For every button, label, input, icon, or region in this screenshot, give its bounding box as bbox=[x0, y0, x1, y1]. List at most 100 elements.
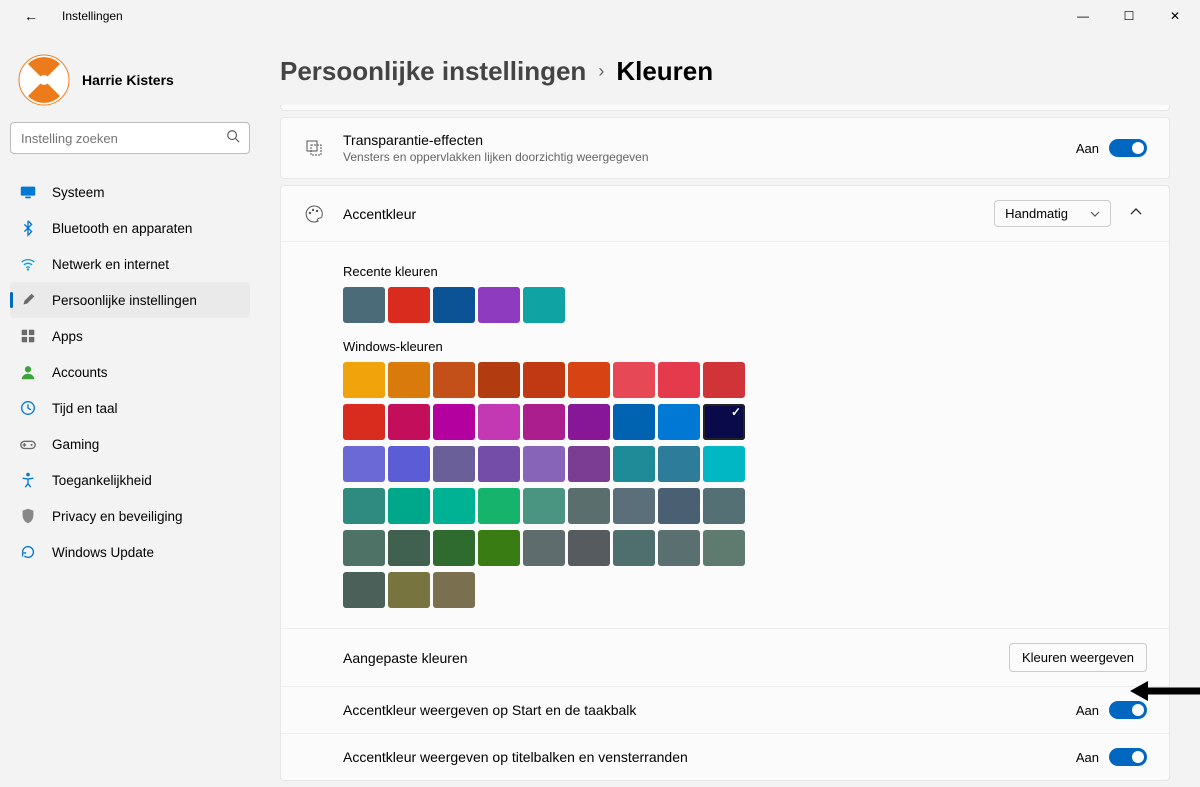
recent-color-swatch[interactable] bbox=[388, 287, 430, 323]
sidebar-item-display[interactable]: Systeem bbox=[10, 174, 250, 210]
sidebar-item-shield[interactable]: Privacy en beveiliging bbox=[10, 498, 250, 534]
accessibility-icon bbox=[18, 470, 38, 490]
windows-color-swatch[interactable] bbox=[613, 446, 655, 482]
transparency-subtitle: Vensters en oppervlakken lijken doorzich… bbox=[343, 150, 1076, 164]
windows-color-swatch[interactable] bbox=[388, 572, 430, 608]
recent-colors-label: Recente kleuren bbox=[343, 264, 1147, 279]
windows-color-swatch[interactable] bbox=[478, 446, 520, 482]
sidebar-item-wifi[interactable]: Netwerk en internet bbox=[10, 246, 250, 282]
windows-color-swatch[interactable] bbox=[568, 446, 610, 482]
windows-color-swatch[interactable] bbox=[613, 530, 655, 566]
sidebar-item-update[interactable]: Windows Update bbox=[10, 534, 250, 570]
transparency-row[interactable]: Transparantie-effecten Vensters en opper… bbox=[281, 118, 1169, 178]
accent-titlebars-toggle[interactable] bbox=[1109, 748, 1147, 766]
windows-color-swatch[interactable] bbox=[388, 488, 430, 524]
accent-mode-dropdown[interactable]: Handmatig bbox=[994, 200, 1111, 227]
windows-color-swatch[interactable] bbox=[523, 404, 565, 440]
windows-color-swatch[interactable] bbox=[568, 530, 610, 566]
windows-color-swatch[interactable] bbox=[568, 404, 610, 440]
windows-color-swatch[interactable] bbox=[388, 404, 430, 440]
windows-color-swatch[interactable] bbox=[568, 488, 610, 524]
search-input[interactable] bbox=[10, 122, 250, 154]
windows-color-swatch[interactable] bbox=[568, 362, 610, 398]
windows-color-swatch[interactable] bbox=[478, 362, 520, 398]
sidebar-item-account[interactable]: Accounts bbox=[10, 354, 250, 390]
windows-color-swatch[interactable] bbox=[703, 530, 745, 566]
windows-color-swatch[interactable] bbox=[433, 572, 475, 608]
windows-color-swatch[interactable] bbox=[388, 530, 430, 566]
accent-start-taskbar-row[interactable]: Accentkleur weergeven op Start en de taa… bbox=[281, 686, 1169, 733]
windows-color-swatch[interactable] bbox=[343, 446, 385, 482]
windows-color-swatch[interactable] bbox=[343, 572, 385, 608]
windows-color-swatch[interactable] bbox=[658, 488, 700, 524]
accent-title: Accentkleur bbox=[343, 206, 994, 222]
recent-color-swatch[interactable] bbox=[343, 287, 385, 323]
sidebar-item-label: Netwerk en internet bbox=[52, 257, 169, 272]
minimize-button[interactable]: — bbox=[1060, 0, 1106, 32]
windows-color-swatch[interactable] bbox=[343, 362, 385, 398]
windows-color-swatch[interactable] bbox=[433, 488, 475, 524]
sidebar-item-clock[interactable]: Tijd en taal bbox=[10, 390, 250, 426]
windows-color-swatch[interactable] bbox=[388, 362, 430, 398]
windows-color-swatch[interactable] bbox=[703, 488, 745, 524]
windows-color-swatch[interactable] bbox=[478, 488, 520, 524]
window-title: Instellingen bbox=[62, 9, 123, 23]
windows-color-swatch[interactable] bbox=[433, 362, 475, 398]
windows-color-swatch[interactable] bbox=[343, 404, 385, 440]
windows-color-swatch[interactable] bbox=[703, 404, 745, 440]
transparency-state: Aan bbox=[1076, 141, 1099, 156]
windows-color-swatch[interactable] bbox=[703, 446, 745, 482]
sidebar-item-brush[interactable]: Persoonlijke instellingen bbox=[10, 282, 250, 318]
windows-color-swatch[interactable] bbox=[433, 530, 475, 566]
bluetooth-icon bbox=[18, 218, 38, 238]
windows-color-swatch[interactable] bbox=[523, 362, 565, 398]
windows-color-swatch[interactable] bbox=[343, 530, 385, 566]
close-button[interactable]: ✕ bbox=[1152, 0, 1198, 32]
windows-color-swatch[interactable] bbox=[658, 446, 700, 482]
avatar-icon bbox=[18, 54, 70, 106]
maximize-button[interactable]: ☐ bbox=[1106, 0, 1152, 32]
breadcrumb-parent[interactable]: Persoonlijke instellingen bbox=[280, 56, 586, 87]
accent-titlebars-row[interactable]: Accentkleur weergeven op titelbalken en … bbox=[281, 733, 1169, 780]
windows-color-swatch[interactable] bbox=[388, 446, 430, 482]
windows-color-swatch[interactable] bbox=[658, 404, 700, 440]
windows-color-swatch[interactable] bbox=[613, 362, 655, 398]
windows-color-swatch[interactable] bbox=[343, 488, 385, 524]
sidebar-item-accessibility[interactable]: Toegankelijkheid bbox=[10, 462, 250, 498]
show-colors-button[interactable]: Kleuren weergeven bbox=[1009, 643, 1147, 672]
user-profile[interactable]: Harrie Kisters bbox=[10, 42, 250, 122]
shield-icon bbox=[18, 506, 38, 526]
windows-color-swatch[interactable] bbox=[433, 446, 475, 482]
recent-color-swatch[interactable] bbox=[523, 287, 565, 323]
windows-color-swatch[interactable] bbox=[613, 404, 655, 440]
windows-color-swatch[interactable] bbox=[658, 362, 700, 398]
windows-color-swatch[interactable] bbox=[523, 488, 565, 524]
clock-icon bbox=[18, 398, 38, 418]
windows-color-swatch[interactable] bbox=[703, 362, 745, 398]
recent-color-swatch[interactable] bbox=[478, 287, 520, 323]
collapse-chevron[interactable] bbox=[1125, 201, 1147, 226]
transparency-toggle[interactable] bbox=[1109, 139, 1147, 157]
palette-icon bbox=[303, 203, 325, 225]
windows-color-swatch[interactable] bbox=[523, 446, 565, 482]
sidebar-item-label: Gaming bbox=[52, 437, 99, 452]
accent-start-taskbar-state: Aan bbox=[1076, 703, 1099, 718]
accent-row[interactable]: Accentkleur Handmatig bbox=[281, 186, 1169, 241]
back-button[interactable]: ← bbox=[18, 6, 44, 26]
recent-color-swatch[interactable] bbox=[433, 287, 475, 323]
accent-mode-value: Handmatig bbox=[1005, 206, 1068, 221]
windows-color-swatch[interactable] bbox=[613, 488, 655, 524]
annotation-arrow bbox=[1130, 678, 1200, 704]
sidebar-item-label: Systeem bbox=[52, 185, 105, 200]
windows-color-swatch[interactable] bbox=[478, 404, 520, 440]
accent-titlebars-state: Aan bbox=[1076, 750, 1099, 765]
sidebar-item-apps[interactable]: Apps bbox=[10, 318, 250, 354]
windows-color-swatch[interactable] bbox=[478, 530, 520, 566]
windows-color-swatch[interactable] bbox=[433, 404, 475, 440]
sidebar-item-bluetooth[interactable]: Bluetooth en apparaten bbox=[10, 210, 250, 246]
windows-color-swatch[interactable] bbox=[523, 530, 565, 566]
breadcrumb: Persoonlijke instellingen › Kleuren bbox=[280, 56, 1170, 87]
windows-color-swatch[interactable] bbox=[658, 530, 700, 566]
sidebar-item-label: Windows Update bbox=[52, 545, 154, 560]
sidebar-item-gaming[interactable]: Gaming bbox=[10, 426, 250, 462]
